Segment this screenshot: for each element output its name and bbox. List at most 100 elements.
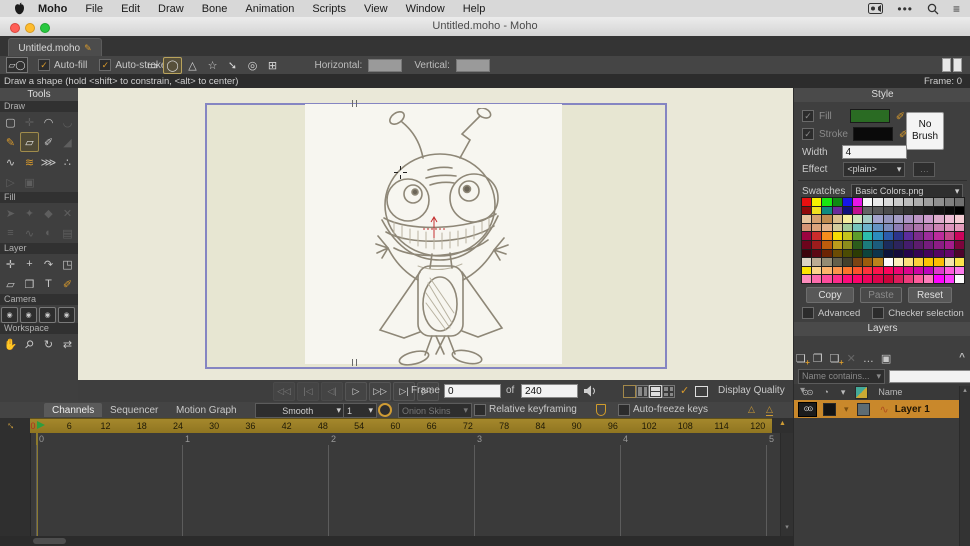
palette-swatch-r6c11[interactable] (914, 250, 923, 258)
palette-swatch-r8c11[interactable] (914, 267, 923, 275)
palette-swatch-r1c9[interactable] (894, 207, 903, 215)
palette-swatch-r9c14[interactable] (945, 275, 954, 283)
menu-item-scripts[interactable]: Scripts (303, 3, 355, 15)
palette-swatch-r3c1[interactable] (812, 224, 821, 232)
palette-swatch-r9c8[interactable] (884, 275, 893, 283)
layer-animation-toggle[interactable] (823, 403, 836, 416)
palette-swatch-r7c5[interactable] (853, 258, 862, 266)
tab-sequencer[interactable]: Sequencer (102, 403, 166, 417)
noise-tool[interactable]: ≋ (20, 152, 39, 172)
palette-swatch-r6c14[interactable] (945, 250, 954, 258)
shape-star-button[interactable]: ☆ (203, 57, 222, 74)
stroke-color-swatch[interactable] (853, 127, 893, 141)
palette-swatch-r5c4[interactable] (843, 241, 852, 249)
shape-grid-button[interactable]: ⊞ (263, 57, 282, 74)
palette-swatch-r5c7[interactable] (873, 241, 882, 249)
zoom-camera-tool[interactable]: ◉ (20, 307, 37, 323)
add-point-tool[interactable]: ◠ (39, 112, 58, 132)
layer-row-selected[interactable]: ⊙⊙ ▾ ∿ Layer 1 (794, 400, 970, 418)
palette-swatch-r1c6[interactable] (863, 207, 872, 215)
palette-swatch-r7c6[interactable] (863, 258, 872, 266)
palette-swatch-r3c9[interactable] (894, 224, 903, 232)
document-tab[interactable]: Untitled.moho ✎ (8, 38, 102, 57)
set-origin-tool[interactable]: + (20, 254, 39, 274)
palette-swatch-r1c10[interactable] (904, 207, 913, 215)
frame-input[interactable]: 0 (444, 384, 501, 398)
palette-swatch-r5c5[interactable] (853, 241, 862, 249)
palette-swatch-r7c14[interactable] (945, 258, 954, 266)
copy-button[interactable]: Copy (806, 287, 854, 303)
rotate-layer-xy-tool[interactable]: ◳ (58, 254, 77, 274)
palette-swatch-r0c11[interactable] (914, 198, 923, 206)
palette-swatch-r0c2[interactable] (822, 198, 831, 206)
palette-swatch-r4c9[interactable] (894, 232, 903, 240)
palette-swatch-r9c13[interactable] (934, 275, 943, 283)
palette-swatch-r3c2[interactable] (822, 224, 831, 232)
jump-to-start-button[interactable]: ◁◁ (273, 382, 295, 401)
palette-swatch-r2c10[interactable] (904, 215, 913, 223)
keyframe-shield-icon[interactable] (596, 404, 606, 416)
palette-swatch-r3c13[interactable] (934, 224, 943, 232)
view-split-vertical-button[interactable] (636, 385, 649, 398)
freehand-tool[interactable]: ✎ (1, 132, 20, 152)
palette-swatch-r7c8[interactable] (884, 258, 893, 266)
palette-swatch-r9c1[interactable] (812, 275, 821, 283)
palette-swatch-r0c4[interactable] (843, 198, 852, 206)
timeline-ruler[interactable]: ↔ 06121824303642485460667278849096102108… (0, 418, 793, 433)
palette-swatch-r0c5[interactable] (853, 198, 862, 206)
reference-layer-icon[interactable]: ▣ (881, 352, 891, 365)
effect-select[interactable]: <plain>▾ (843, 162, 905, 177)
palette-swatch-r8c6[interactable] (863, 267, 872, 275)
palette-swatch-r3c0[interactable] (802, 224, 811, 232)
layer-color-swatch[interactable] (857, 403, 870, 416)
palette-swatch-r2c0[interactable] (802, 215, 811, 223)
palette-swatch-r7c0[interactable] (802, 258, 811, 266)
palette-swatch-r3c10[interactable] (904, 224, 913, 232)
palette-swatch-r6c3[interactable] (833, 250, 842, 258)
canvas-workspace[interactable] (78, 88, 793, 380)
palette-swatch-r2c15[interactable] (955, 215, 964, 223)
palette-swatch-r0c1[interactable] (812, 198, 821, 206)
palette-swatch-r5c13[interactable] (934, 241, 943, 249)
palette-swatch-r8c10[interactable] (904, 267, 913, 275)
blob-brush-tool[interactable]: ✐ (39, 132, 58, 152)
audio-icon[interactable] (583, 385, 597, 397)
palette-swatch-r2c8[interactable] (884, 215, 893, 223)
shape-rectangle-button[interactable]: ▭ (143, 57, 162, 74)
eyedropper-tool[interactable]: ✐ (58, 274, 77, 294)
palette-swatch-r9c0[interactable] (802, 275, 811, 283)
palette-swatch-r5c8[interactable] (884, 241, 893, 249)
palette-swatch-r8c0[interactable] (802, 267, 811, 275)
magnet-tool[interactable]: ⋙ (39, 152, 58, 172)
palette-swatch-r6c12[interactable] (924, 250, 933, 258)
palette-swatch-r8c13[interactable] (934, 267, 943, 275)
interpolation-select[interactable]: Smooth▾ (255, 403, 345, 418)
palette-swatch-r6c5[interactable] (853, 250, 862, 258)
palette-swatch-r5c10[interactable] (904, 241, 913, 249)
palette-swatch-r3c8[interactable] (884, 224, 893, 232)
palette-swatch-r9c6[interactable] (863, 275, 872, 283)
palette-swatch-r3c4[interactable] (843, 224, 852, 232)
interp-count-select[interactable]: 1▾ (343, 403, 377, 418)
frame-border-icon[interactable] (695, 386, 708, 397)
relative-keyframing-checkbox[interactable]: ✓ (474, 404, 486, 416)
palette-swatch-r1c1[interactable] (812, 207, 821, 215)
palette-swatch-r0c14[interactable] (945, 198, 954, 206)
layer-search-input[interactable] (889, 370, 970, 383)
palette-swatch-r5c3[interactable] (833, 241, 842, 249)
palette-swatch-r3c15[interactable] (955, 224, 964, 232)
screen-record-icon[interactable] (868, 3, 883, 14)
palette-swatch-r2c13[interactable] (934, 215, 943, 223)
palette-swatch-r7c11[interactable] (914, 258, 923, 266)
palette-swatch-r7c10[interactable] (904, 258, 913, 266)
palette-swatch-r7c15[interactable] (955, 258, 964, 266)
palette-swatch-r0c9[interactable] (894, 198, 903, 206)
fill-color-swatch[interactable] (850, 109, 890, 123)
palette-swatch-r4c3[interactable] (833, 232, 842, 240)
new-group-icon[interactable]: ❏+ (830, 352, 840, 365)
palette-swatch-r7c2[interactable] (822, 258, 831, 266)
palette-swatch-r6c15[interactable] (955, 250, 964, 258)
palette-swatch-r3c7[interactable] (873, 224, 882, 232)
total-frames-input[interactable]: 240 (521, 384, 578, 398)
insert-text-tool[interactable]: T (39, 274, 58, 294)
